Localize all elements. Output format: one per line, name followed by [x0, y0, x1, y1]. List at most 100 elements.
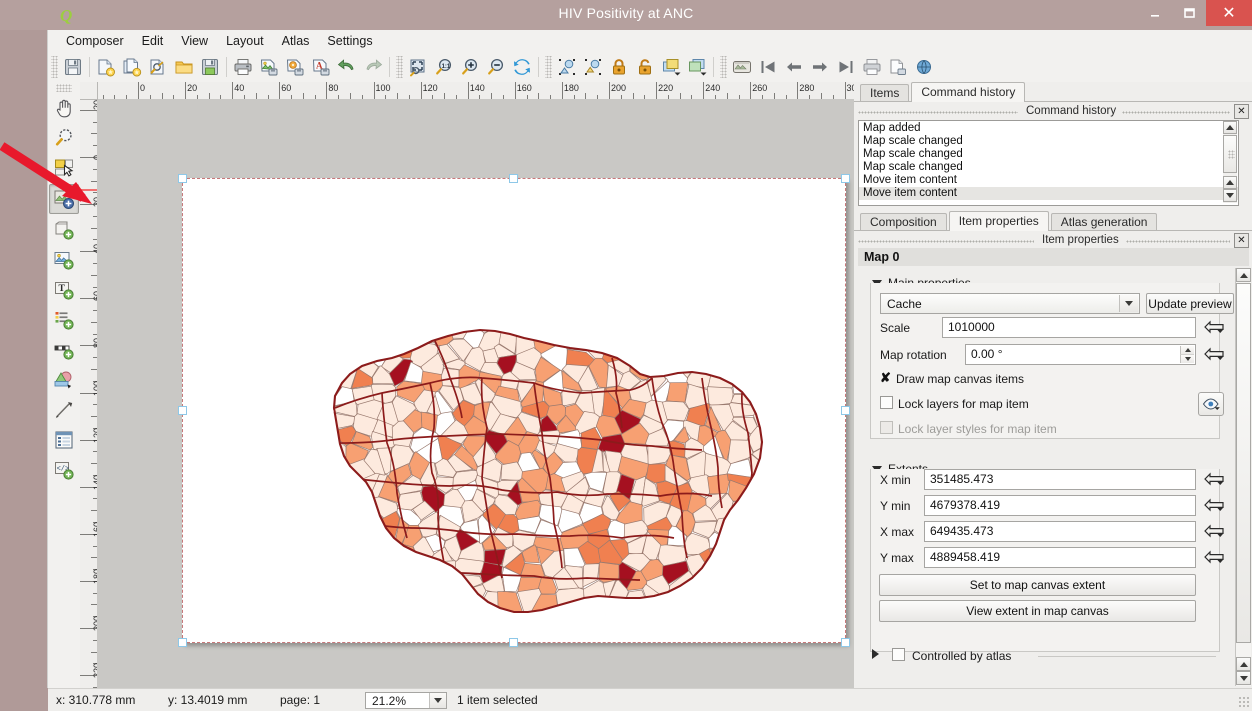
group-items-button[interactable] — [554, 54, 580, 80]
new-composer-button[interactable] — [93, 54, 119, 80]
rotation-data-defined-button[interactable] — [1203, 346, 1225, 362]
pan-tool[interactable] — [50, 94, 78, 122]
y-min-field[interactable]: 4679378.419 — [924, 495, 1196, 516]
props-scroll-thumb[interactable] — [1236, 283, 1251, 643]
add-basic-shape-tool[interactable] — [50, 366, 78, 394]
menu-view[interactable]: View — [172, 32, 217, 50]
view-extent-in-map-canvas-button[interactable]: View extent in map canvas — [879, 600, 1196, 622]
scroll-up-button[interactable] — [1223, 121, 1237, 134]
resize-grip[interactable] — [1238, 696, 1251, 709]
resize-handle-w[interactable] — [178, 406, 187, 415]
tab-composition[interactable]: Composition — [860, 213, 947, 231]
props-scroll-up-button-2[interactable] — [1236, 657, 1251, 671]
chevron-down-icon[interactable] — [429, 692, 446, 708]
refresh-view-button[interactable] — [509, 54, 535, 80]
update-preview-button[interactable]: Update preview — [1146, 293, 1234, 314]
map-rotation-field[interactable]: 0.00 ° — [965, 344, 1196, 365]
zoom-level-combo[interactable]: 21.2% — [365, 691, 447, 709]
menu-composer[interactable]: Composer — [57, 32, 133, 50]
toolbar-grip-2[interactable] — [396, 55, 403, 78]
menu-layout[interactable]: Layout — [217, 32, 273, 50]
item-properties-scroll-area[interactable]: Main properties Cache Update preview Sca… — [858, 268, 1249, 686]
ungroup-items-button[interactable] — [580, 54, 606, 80]
command-history-scrollbar[interactable] — [1223, 121, 1237, 203]
scale-data-defined-button[interactable] — [1203, 319, 1225, 335]
tab-items[interactable]: Items — [860, 84, 910, 102]
undo-button[interactable] — [334, 54, 360, 80]
scale-field[interactable]: 1010000 — [942, 317, 1196, 338]
atlas-export-button[interactable] — [885, 54, 911, 80]
chevron-down-icon[interactable] — [1119, 295, 1138, 312]
list-item[interactable]: Map added — [859, 122, 1238, 135]
add-scalebar-tool[interactable] — [50, 336, 78, 364]
item-properties-close-icon[interactable]: ✕ — [1234, 233, 1249, 248]
toolbar-grip-3[interactable] — [545, 55, 552, 78]
print-button[interactable] — [230, 54, 256, 80]
select-move-item-tool[interactable] — [50, 154, 78, 182]
horizontal-ruler[interactable]: 0204060801001201401601802002202402602803… — [80, 82, 872, 100]
layer-visibility-eye-icon[interactable] — [1198, 392, 1224, 416]
zoom-out-button[interactable] — [483, 54, 509, 80]
add-image-tool[interactable] — [50, 246, 78, 274]
lock-layers-checkbox[interactable] — [880, 396, 893, 409]
resize-handle-e[interactable] — [841, 406, 850, 415]
x-min-field[interactable]: 351485.473 — [924, 469, 1196, 490]
set-to-map-canvas-extent-button[interactable]: Set to map canvas extent — [879, 574, 1196, 596]
resize-handle-n[interactable] — [509, 174, 518, 183]
zoom-full-button[interactable] — [405, 54, 431, 80]
composition-canvas[interactable] — [97, 99, 872, 688]
redo-button[interactable] — [360, 54, 386, 80]
add-arrow-tool[interactable] — [50, 396, 78, 424]
toolbar-grip-4[interactable] — [720, 55, 727, 78]
add-attribute-table-tool[interactable] — [50, 426, 78, 454]
export-image-button[interactable] — [256, 54, 282, 80]
save-as-template-button[interactable] — [197, 54, 223, 80]
x-max-field[interactable]: 649435.473 — [924, 521, 1196, 542]
props-scroll-up-button[interactable] — [1236, 268, 1251, 282]
command-history-list[interactable]: Map added Map scale changed Map scale ch… — [858, 120, 1239, 206]
add-legend-tool[interactable] — [50, 306, 78, 334]
atlas-last-button[interactable] — [833, 54, 859, 80]
maximize-button[interactable] — [1172, 0, 1206, 26]
atlas-preview-button[interactable] — [729, 54, 755, 80]
duplicate-composer-button[interactable] — [119, 54, 145, 80]
atlas-print-button[interactable] — [859, 54, 885, 80]
add-label-tool[interactable]: T — [50, 276, 78, 304]
add-new-shape-tool[interactable] — [50, 216, 78, 244]
unlock-items-button[interactable] — [632, 54, 658, 80]
y-max-field[interactable]: 4889458.419 — [924, 547, 1196, 568]
export-pdf-button[interactable]: A — [308, 54, 334, 80]
add-html-frame-tool[interactable]: </> — [50, 456, 78, 484]
tab-item-properties[interactable]: Item properties — [948, 211, 1049, 231]
map-rotation-stepper[interactable] — [1180, 346, 1194, 363]
controlled-by-atlas-group-header[interactable] — [872, 649, 885, 659]
zoom-100-button[interactable]: 1:1 — [431, 54, 457, 80]
toolbar-grip[interactable] — [51, 55, 58, 78]
props-scroll-down-button[interactable] — [1236, 671, 1251, 685]
tab-command-history[interactable]: Command history — [911, 82, 1026, 102]
scroll-thumb[interactable] — [1223, 135, 1237, 173]
atlas-next-button[interactable] — [807, 54, 833, 80]
preview-mode-combo[interactable]: Cache — [880, 293, 1140, 314]
x-max-data-defined-button[interactable] — [1203, 523, 1225, 539]
lock-items-button[interactable] — [606, 54, 632, 80]
add-new-map-tool[interactable] — [49, 184, 79, 214]
composer-manager-button[interactable] — [145, 54, 171, 80]
zoom-in-button[interactable] — [457, 54, 483, 80]
list-item[interactable]: Map scale changed — [859, 161, 1238, 174]
item-properties-scrollbar[interactable] — [1235, 268, 1251, 686]
scroll-down-button-mid[interactable] — [1223, 176, 1237, 189]
resize-handle-sw[interactable] — [178, 638, 187, 647]
command-history-close-icon[interactable]: ✕ — [1234, 104, 1249, 119]
list-item[interactable]: Map scale changed — [859, 148, 1238, 161]
minimize-button[interactable] — [1138, 0, 1172, 34]
resize-handle-nw[interactable] — [178, 174, 187, 183]
raise-items-button[interactable] — [658, 54, 684, 80]
atlas-settings-button[interactable] — [911, 54, 937, 80]
composition-page[interactable] — [178, 174, 850, 647]
list-item[interactable]: Map scale changed — [859, 135, 1238, 148]
x-min-data-defined-button[interactable] — [1203, 471, 1225, 487]
resize-handle-s[interactable] — [509, 638, 518, 647]
export-svg-button[interactable] — [282, 54, 308, 80]
lock-layer-styles-checkbox[interactable] — [880, 421, 893, 434]
